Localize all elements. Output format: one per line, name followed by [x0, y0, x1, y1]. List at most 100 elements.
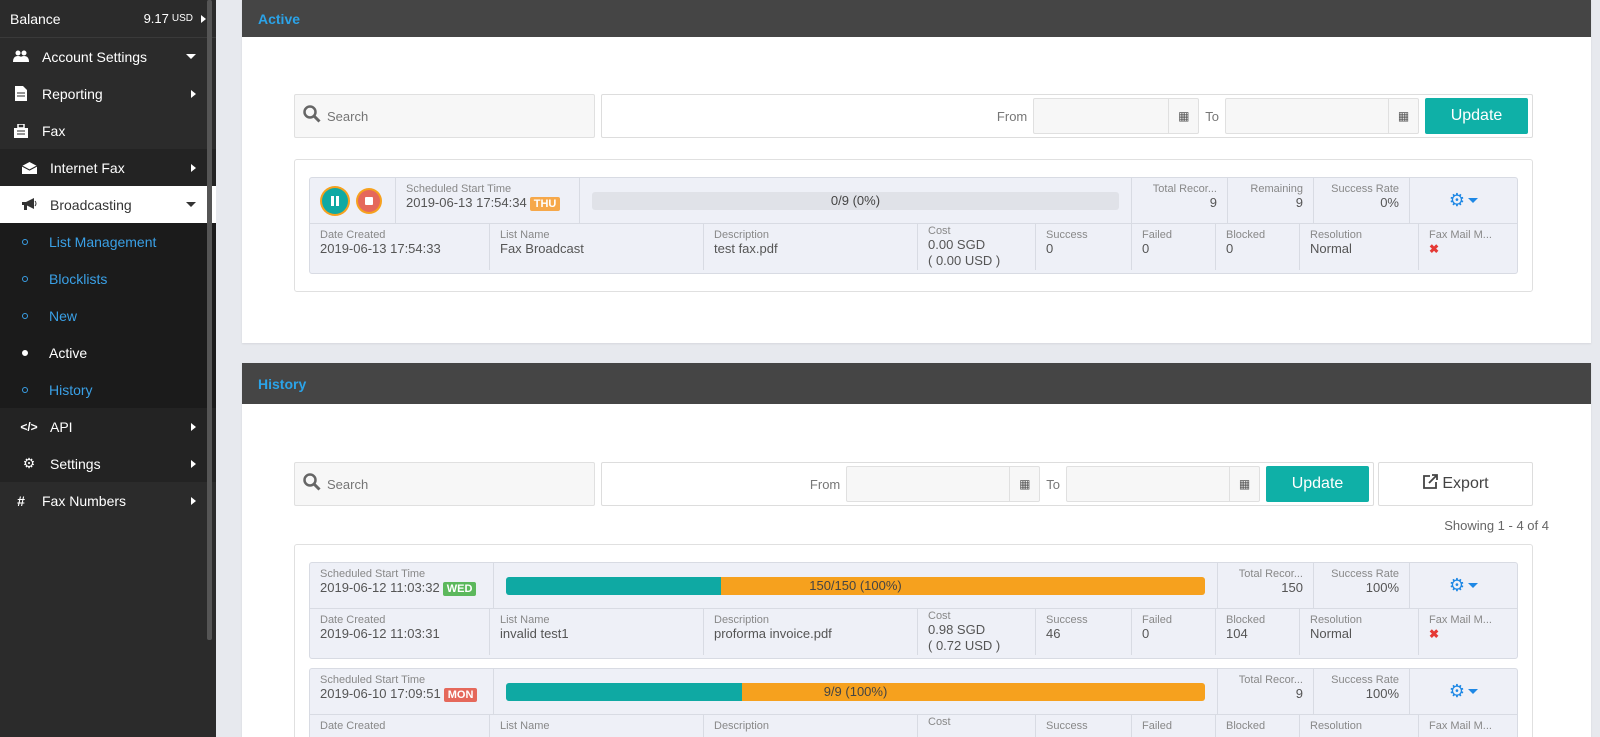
- scheduled-time: 2019-06-13 17:54:34: [406, 195, 527, 210]
- history-panel: History From ▦ To ▦ Update Export Showin…: [242, 363, 1591, 737]
- update-button[interactable]: Update: [1425, 98, 1528, 134]
- from-label: From: [809, 476, 841, 492]
- resolution-cell: Resolution Normal: [1300, 609, 1419, 655]
- sidebar-item-settings[interactable]: ⚙ Settings: [0, 445, 216, 482]
- blocked-value: 104: [1226, 626, 1248, 641]
- pause-icon[interactable]: [322, 187, 348, 214]
- created-cell: Date Created: [310, 715, 490, 737]
- sidebar-scrollbar[interactable]: [207, 0, 212, 640]
- broadcast-card: Scheduled Start Time 2019-06-10 17:09:51…: [309, 668, 1518, 737]
- sidebar-item-api[interactable]: </> API: [0, 408, 216, 445]
- field-caption: Blocked: [1226, 229, 1266, 241]
- gear-icon[interactable]: ⚙: [1449, 575, 1465, 596]
- progress-cell: 150/150 (100%): [494, 563, 1218, 608]
- field-caption: Date Created: [320, 229, 386, 241]
- field-caption: Blocked: [1226, 720, 1266, 732]
- sidebar-item-new[interactable]: New: [0, 297, 216, 334]
- calendar-icon[interactable]: ▦: [1388, 99, 1418, 133]
- gear-icon[interactable]: ⚙: [1449, 190, 1465, 211]
- export-label: Export: [1442, 475, 1489, 492]
- external-link-icon: [1422, 473, 1439, 495]
- date-range: From ▦ To ▦ Update: [601, 94, 1533, 138]
- to-label: To: [1046, 476, 1060, 492]
- progress-text: 0/9 (0%): [830, 193, 881, 208]
- created-value: 2019-06-12 11:03:31: [320, 626, 440, 641]
- search-input[interactable]: [327, 108, 567, 124]
- card-bottom-row: Date Created 2019-06-12 11:03:31 List Nam…: [310, 609, 1517, 655]
- sidebar-item-label: Internet Fax: [50, 159, 125, 176]
- active-toolbar: From ▦ To ▦ Update: [294, 94, 1533, 138]
- sidebar-item-fax[interactable]: Fax: [0, 112, 216, 149]
- progress-cell: 9/9 (100%): [494, 669, 1218, 714]
- fax-mail-cell: Fax Mail M... ✖: [1419, 609, 1517, 655]
- actions-menu[interactable]: ⚙: [1410, 563, 1517, 608]
- success-value: 46: [1046, 626, 1061, 641]
- sidebar-item-reporting[interactable]: Reporting: [0, 75, 216, 112]
- calendar-icon[interactable]: ▦: [1229, 467, 1259, 501]
- sidebar-item-active[interactable]: Active: [0, 334, 216, 371]
- sidebar-item-history[interactable]: History: [0, 371, 216, 408]
- field-caption: Resolution: [1310, 720, 1362, 732]
- sidebar-item-label: Active: [49, 344, 88, 361]
- stop-icon[interactable]: [358, 189, 380, 212]
- to-date-input[interactable]: ▦: [1225, 98, 1419, 134]
- field-caption: Fax Mail M...: [1429, 720, 1492, 732]
- active-panel: Active From ▦ To ▦ Update Scheduled Star…: [242, 0, 1591, 343]
- field-caption: Failed: [1142, 229, 1172, 241]
- briefcase-icon: [8, 123, 34, 138]
- desc-cell: Description test fax.pdf: [704, 224, 918, 270]
- cost-usd-value: ( 0.72 USD ): [928, 638, 1001, 653]
- sidebar-item-label: Settings: [50, 455, 101, 472]
- controls-cell: [310, 178, 396, 223]
- sidebar-item-account-settings[interactable]: Account Settings: [0, 38, 216, 75]
- desc-value: proforma invoice.pdf: [714, 626, 832, 641]
- search-input[interactable]: [327, 476, 567, 492]
- sidebar-item-blocklists[interactable]: Blocklists: [0, 260, 216, 297]
- gear-icon[interactable]: ⚙: [1449, 681, 1465, 702]
- broadcast-card: Scheduled Start Time 2019-06-13 17:54:34…: [309, 177, 1518, 274]
- from-date-input[interactable]: ▦: [846, 466, 1041, 502]
- search-field[interactable]: [294, 462, 595, 506]
- balance-row[interactable]: Balance 9.17 USD: [0, 0, 216, 38]
- search-field[interactable]: [294, 94, 595, 138]
- field-caption: Success: [1046, 614, 1088, 626]
- progress-bar: 0/9 (0%): [592, 191, 1119, 210]
- sidebar-item-list-management[interactable]: List Management: [0, 223, 216, 260]
- card-bottom-row: Date Created List Name Description Cost …: [310, 715, 1517, 737]
- cross-icon: ✖: [1429, 242, 1440, 256]
- actions-menu[interactable]: ⚙: [1410, 669, 1517, 714]
- field-caption: Fax Mail M...: [1429, 614, 1492, 626]
- failed-cell: Failed 0: [1132, 609, 1216, 655]
- sidebar-item-label: Blocklists: [49, 270, 108, 287]
- success-rate-value: 0%: [1380, 195, 1399, 210]
- update-button[interactable]: Update: [1266, 466, 1369, 502]
- resolution-value: Normal: [1310, 241, 1352, 256]
- progress-text: 9/9 (100%): [823, 684, 888, 699]
- calendar-icon[interactable]: ▦: [1009, 467, 1039, 501]
- cost-cell: Cost 0.00 SGD( 0.00 USD ): [918, 224, 1036, 270]
- sidebar-item-fax-numbers[interactable]: # Fax Numbers: [0, 482, 216, 519]
- total-cell: Total Recor... 9: [1218, 669, 1314, 714]
- sidebar-item-label: Fax Numbers: [42, 492, 127, 509]
- card-top-row: Scheduled Start Time 2019-06-13 17:54:34…: [310, 178, 1517, 224]
- to-date-input[interactable]: ▦: [1066, 466, 1260, 502]
- field-caption: Success Rate: [1331, 183, 1399, 195]
- cost-value: 0.98 SGD: [928, 622, 986, 637]
- export-button[interactable]: Export: [1378, 462, 1533, 506]
- list-cell: List Name: [490, 715, 704, 737]
- field-caption: Success: [1046, 720, 1088, 732]
- card-top-row: Scheduled Start Time 2019-06-12 11:03:32…: [310, 563, 1517, 609]
- sidebar-item-broadcasting[interactable]: Broadcasting: [0, 186, 216, 223]
- sidebar-item-label: List Management: [49, 233, 157, 250]
- actions-menu[interactable]: ⚙: [1410, 178, 1517, 223]
- created-value: 2019-06-13 17:54:33: [320, 241, 441, 256]
- card-top-row: Scheduled Start Time 2019-06-10 17:09:51…: [310, 669, 1517, 715]
- envelope-icon: [16, 161, 42, 174]
- success-rate-cell: Success Rate 100%: [1314, 563, 1410, 608]
- sidebar-item-internet-fax[interactable]: Internet Fax: [0, 149, 216, 186]
- blocked-value: 0: [1226, 241, 1234, 256]
- sidebar-item-label: History: [49, 381, 93, 398]
- from-date-input[interactable]: ▦: [1033, 98, 1200, 134]
- chevron-down-icon: [1468, 198, 1479, 203]
- calendar-icon[interactable]: ▦: [1168, 99, 1198, 133]
